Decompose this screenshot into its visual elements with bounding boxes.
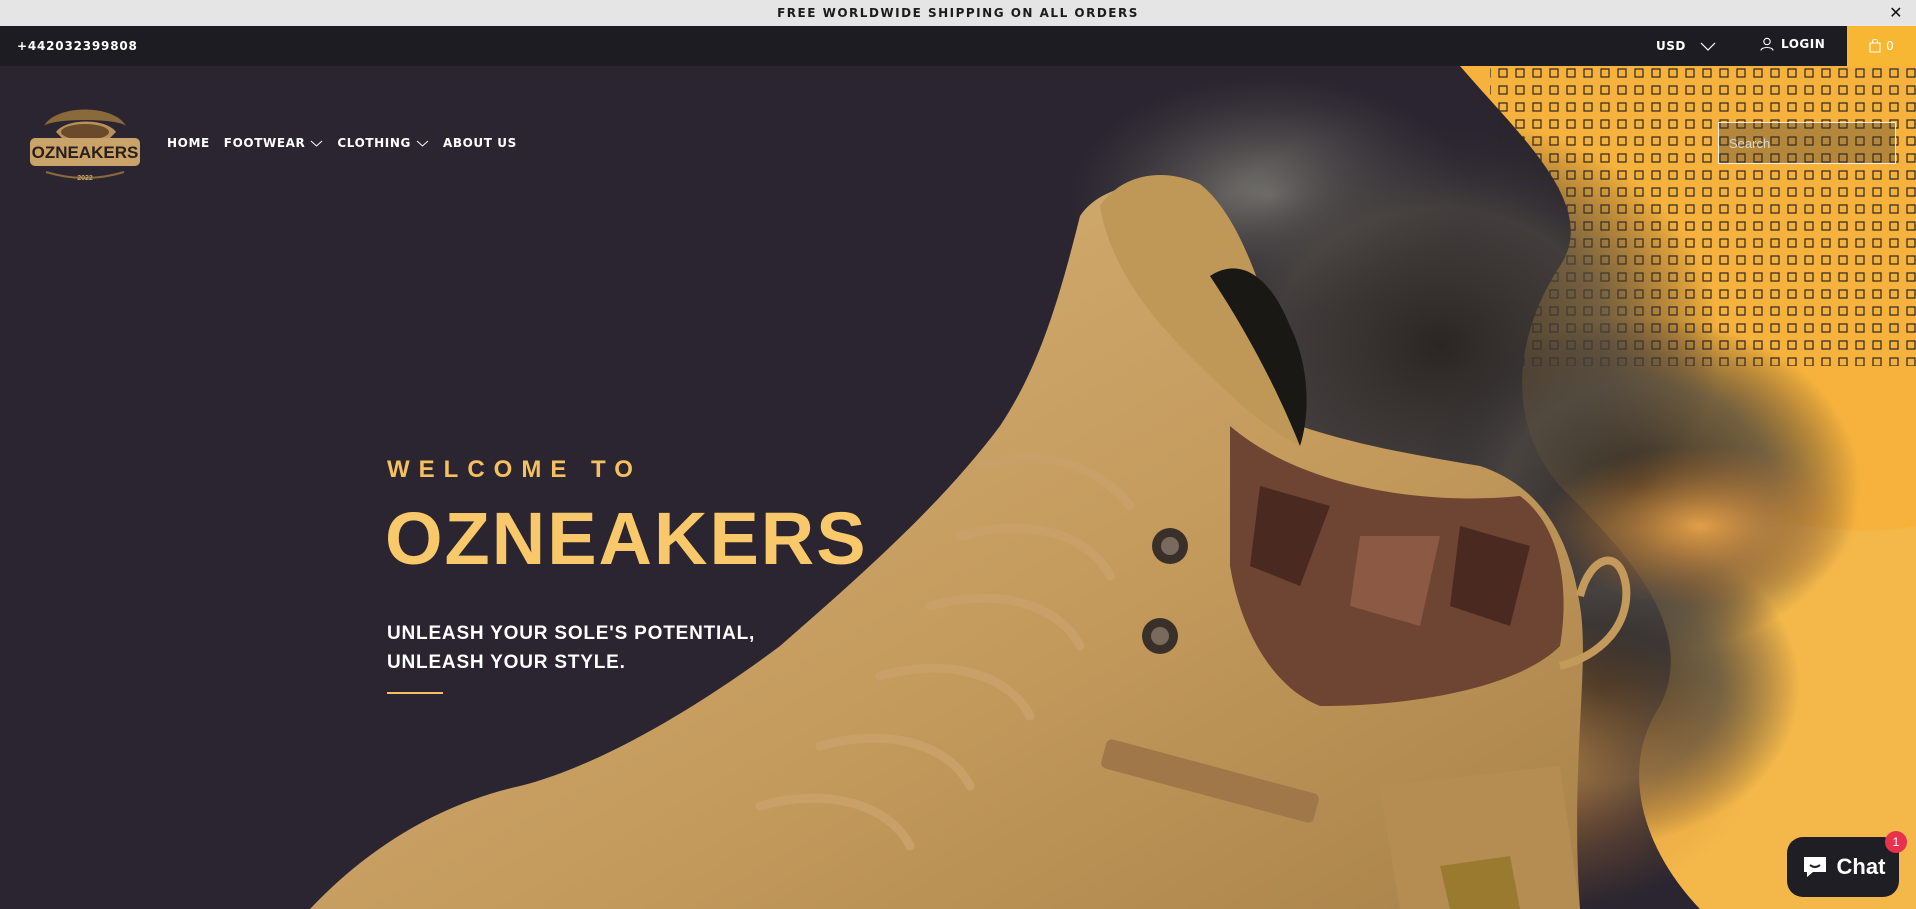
main-nav: HOME FOOTWEAR CLOTHING ABOUT US bbox=[167, 136, 517, 150]
utility-bar: +442032399808 USD LOGIN 0 bbox=[0, 26, 1916, 66]
nav-footwear[interactable]: FOOTWEAR bbox=[224, 136, 324, 150]
hero-divider bbox=[387, 692, 443, 694]
announcement-text: FREE WORLDWIDE SHIPPING ON ALL ORDERS bbox=[777, 6, 1139, 20]
search-box bbox=[1718, 122, 1905, 164]
cart-count: 0 bbox=[1886, 39, 1894, 53]
hero-boot-image bbox=[310, 66, 1916, 909]
nav-about-us[interactable]: ABOUT US bbox=[443, 136, 517, 150]
chat-label: Chat bbox=[1836, 854, 1886, 879]
nav-home[interactable]: HOME bbox=[167, 136, 210, 150]
announcement-bar: FREE WORLDWIDE SHIPPING ON ALL ORDERS ✕ bbox=[0, 0, 1916, 26]
nav-home-label: HOME bbox=[167, 136, 210, 150]
hero-tagline: UNLEASH YOUR SOLE'S POTENTIAL, UNLEASH Y… bbox=[387, 619, 755, 677]
phone-number[interactable]: +442032399808 bbox=[17, 39, 138, 53]
hero-tagline-line1: UNLEASH YOUR SOLE'S POTENTIAL, bbox=[387, 623, 756, 644]
hero-banner: OZNEAKERS 2022 HOME FOOTWEAR CLOTHING AB… bbox=[0, 66, 1916, 909]
nav-clothing-label: CLOTHING bbox=[337, 136, 411, 150]
nav-footwear-label: FOOTWEAR bbox=[223, 136, 306, 150]
chat-icon bbox=[1803, 857, 1826, 877]
nav-about-us-label: ABOUT US bbox=[442, 136, 517, 150]
chevron-down-icon bbox=[416, 140, 429, 147]
hero-eyebrow: WELCOME TO bbox=[387, 456, 642, 483]
site-logo[interactable]: OZNEAKERS 2022 bbox=[26, 92, 144, 184]
logo-year: 2022 bbox=[77, 175, 93, 182]
currency-label: USD bbox=[1656, 39, 1686, 53]
login-link[interactable]: LOGIN bbox=[1760, 37, 1825, 51]
user-icon bbox=[1760, 37, 1774, 51]
bag-icon bbox=[1869, 39, 1881, 53]
close-icon[interactable]: ✕ bbox=[1889, 3, 1904, 22]
cart-button[interactable]: 0 bbox=[1847, 26, 1916, 66]
chevron-down-icon bbox=[311, 140, 323, 147]
search-input[interactable] bbox=[1729, 135, 1905, 151]
chat-button[interactable]: Chat bbox=[1787, 837, 1899, 897]
chevron-down-icon bbox=[1700, 42, 1716, 51]
currency-selector[interactable]: USD bbox=[1656, 39, 1716, 53]
login-label: LOGIN bbox=[1781, 37, 1826, 51]
chat-unread-badge: 1 bbox=[1885, 831, 1907, 853]
nav-clothing[interactable]: CLOTHING bbox=[337, 136, 429, 150]
logo-text: OZNEAKERS bbox=[32, 143, 139, 162]
hero-title: OZNEAKERS bbox=[385, 497, 868, 580]
hero-tagline-line2: UNLEASH YOUR STYLE. bbox=[387, 652, 626, 673]
